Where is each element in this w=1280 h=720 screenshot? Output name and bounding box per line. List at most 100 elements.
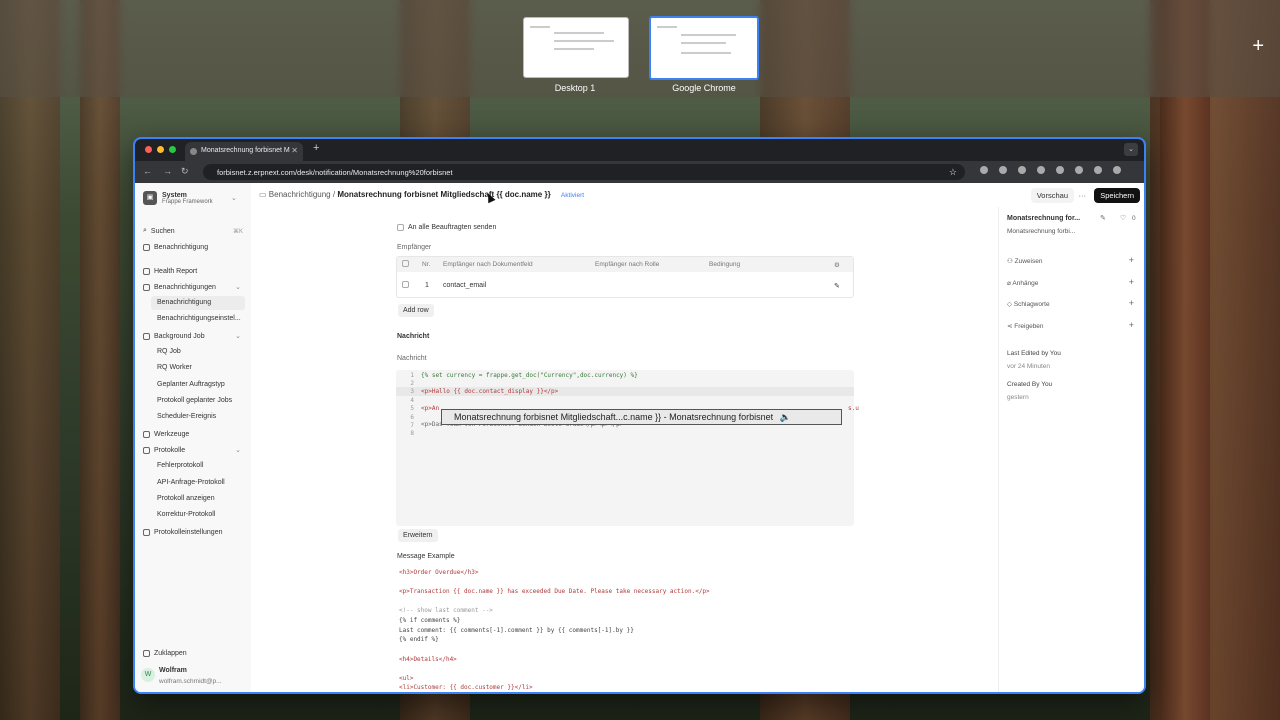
save-button[interactable]: Speichern [1094, 188, 1140, 203]
sidebar-item-benachrichtigungen[interactable]: Benachrichtigungen [143, 280, 216, 294]
add-space-button[interactable]: + [1252, 36, 1264, 56]
close-window-button[interactable] [145, 146, 152, 153]
line-number: 7 [410, 422, 414, 429]
sidebar-item-protokolle[interactable]: Protokolle [143, 443, 185, 457]
chevron-down-icon[interactable]: ⌄ [235, 332, 241, 340]
attachments-action[interactable]: ⌀ Anhänge [1007, 279, 1038, 287]
extension-icon[interactable] [1056, 166, 1064, 174]
recipients-table: Nr. Empfänger nach Dokumentfeld Empfänge… [396, 256, 854, 298]
add-tag-button[interactable]: + [1129, 298, 1134, 308]
collapse-sidebar-button[interactable]: Zuklappen [143, 646, 187, 660]
download-icon[interactable] [1075, 166, 1083, 174]
heart-icon[interactable]: ♡ [1120, 214, 1126, 222]
close-tab-icon[interactable]: ✕ [291, 146, 298, 155]
forward-icon[interactable]: → [163, 166, 172, 176]
share-action[interactable]: ⋖ Freigeben [1007, 322, 1044, 330]
column-header: Empfänger nach Dokumentfeld [443, 261, 533, 268]
search-icon: ⌕ [143, 227, 147, 234]
reload-icon[interactable]: ↻ [181, 166, 189, 177]
add-assign-button[interactable]: + [1129, 255, 1134, 265]
back-icon[interactable]: ← [143, 166, 152, 176]
erpnext-app: ▣ System Frappe Framework ⌄ ⌕ Suchen ⌘K … [135, 183, 1144, 692]
gear-icon[interactable]: ⚙ [834, 261, 840, 269]
sidebar-subitem-fehlerprotokoll[interactable]: Fehlerprotokoll [157, 459, 203, 473]
zoom-window-button[interactable] [169, 146, 176, 153]
sidebar-item-benachrichtigung[interactable]: Benachrichtigung [143, 240, 208, 254]
add-attachment-button[interactable]: + [1129, 277, 1134, 287]
workspace-switcher[interactable]: ▣ System Frappe Framework ⌄ [143, 191, 237, 205]
line-number: 2 [410, 380, 414, 387]
example-title: Message Example [397, 553, 455, 560]
action-label: Zuweisen [1014, 258, 1043, 265]
sidebar-subitem-scheduler-ereignis[interactable]: Scheduler-Ereignis [157, 410, 216, 424]
sidebar-subitem-geplanter-auftragstyp[interactable]: Geplanter Auftragstyp [157, 378, 225, 392]
last-edited-time: vor 24 Minuten [1007, 363, 1050, 370]
avatar[interactable]: W [141, 668, 155, 682]
settings-icon [143, 528, 150, 536]
sidebar-subitem-benachrichtigungseinstellungen[interactable]: Benachrichtigungseinstel... [157, 312, 241, 326]
sidebar-subitem-rq-worker[interactable]: RQ Worker [157, 361, 192, 375]
extension-icon[interactable] [999, 166, 1007, 174]
select-all-checkbox[interactable] [402, 260, 409, 267]
extension-icon[interactable] [980, 166, 988, 174]
column-header: Empfänger nach Rolle [595, 261, 660, 268]
new-tab-button[interactable]: + [313, 142, 319, 154]
send-all-checkbox[interactable] [397, 224, 404, 231]
tag-icon: ◇ [1007, 301, 1012, 308]
extension-icon[interactable] [1037, 166, 1045, 174]
preview-button[interactable]: Vorschau [1030, 188, 1074, 203]
space-thumbnail-desktop-1[interactable] [523, 17, 629, 78]
sidebar-subitem-rq-job[interactable]: RQ Job [157, 345, 181, 359]
tags-action[interactable]: ◇ Schlagworte [1007, 300, 1050, 308]
sidebar-subitem-protokoll-anzeigen[interactable]: Protokoll anzeigen [157, 492, 215, 506]
recipient-field-cell[interactable]: contact_email [443, 282, 486, 289]
message-code-editor[interactable]: 1 2 3 4 5 6 7 8 {% set currency = frappe… [396, 370, 859, 526]
sidebar-search[interactable]: ⌕ Suchen [143, 224, 175, 238]
edit-icon[interactable]: ✎ [834, 282, 840, 290]
sidebar-subitem-korrektur-protokoll[interactable]: Korrektur-Protokoll [157, 508, 215, 522]
more-button[interactable]: ··· [1073, 188, 1093, 203]
minimize-window-button[interactable] [157, 146, 164, 153]
sidebar-item-werkzeuge[interactable]: Werkzeuge [143, 427, 189, 441]
bell-icon [143, 283, 150, 291]
status-badge: Aktiviert [560, 192, 585, 199]
edit-icon[interactable]: ✎ [1100, 214, 1106, 222]
sidebar-item-protokolleinstellungen[interactable]: Protokolleinstellungen [143, 525, 223, 539]
add-share-button[interactable]: + [1129, 320, 1134, 330]
sidebar-item-background-job[interactable]: Background Job [143, 329, 205, 343]
sidebar-item-health-report[interactable]: Health Report [143, 264, 197, 278]
add-row-button[interactable]: Add row [398, 304, 434, 317]
chrome-window[interactable]: Monatsrechnung forbisnet M ✕ + ⌄ ← → ↻ f… [133, 137, 1146, 694]
column-header: Nr. [422, 261, 431, 268]
space-label: Desktop 1 [554, 83, 596, 93]
extension-icon[interactable] [1018, 166, 1026, 174]
speaker-icon: 🔈 [779, 412, 791, 422]
browser-tab[interactable]: Monatsrechnung forbisnet M ✕ [185, 142, 303, 161]
table-row[interactable]: 1 contact_email ✎ [397, 272, 853, 298]
space-label: Google Chrome [672, 83, 736, 93]
breadcrumb-parent[interactable]: Benachrichtigung [269, 190, 331, 199]
code-line: {% set currency = frappe.get_doc("Curren… [421, 372, 638, 379]
expand-button[interactable]: Erweitern [398, 529, 438, 542]
page-title: Monatsrechnung forbisnet Mitgliedschaft … [337, 190, 551, 199]
space-thumbnail-google-chrome[interactable] [649, 16, 759, 80]
user-email: wolfram.schmidt@p... [159, 678, 222, 685]
sidebar-subitem-protokoll-geplanter-jobs[interactable]: Protokoll geplanter Jobs [157, 394, 232, 408]
assign-action[interactable]: ⚇ Zuweisen [1007, 257, 1042, 265]
sidebar-item-label: Health Report [154, 267, 198, 275]
bookmark-star-icon[interactable]: ☆ [949, 167, 957, 178]
chevron-down-icon[interactable]: ⌄ [235, 446, 241, 454]
bell-icon [143, 243, 150, 251]
profile-icon[interactable] [1094, 166, 1102, 174]
chevron-down-icon: ⌄ [231, 195, 237, 202]
row-checkbox[interactable] [402, 281, 409, 288]
menu-icon[interactable] [1113, 166, 1121, 174]
user-icon: ⚇ [1007, 258, 1013, 265]
sidebar-subitem-api-anfrage-protokoll[interactable]: API-Anfrage-Protokoll [157, 476, 225, 490]
chevron-down-icon[interactable]: ⌄ [235, 283, 241, 291]
line-number: 3 [410, 388, 414, 395]
tab-search-button[interactable]: ⌄ [1124, 143, 1138, 156]
sidebar-subitem-benachrichtigung[interactable]: Benachrichtigung [151, 296, 245, 310]
url-input[interactable]: forbisnet.z.erpnext.com/desk/notificatio… [203, 164, 965, 180]
paperclip-icon: ⌀ [1007, 280, 1011, 287]
